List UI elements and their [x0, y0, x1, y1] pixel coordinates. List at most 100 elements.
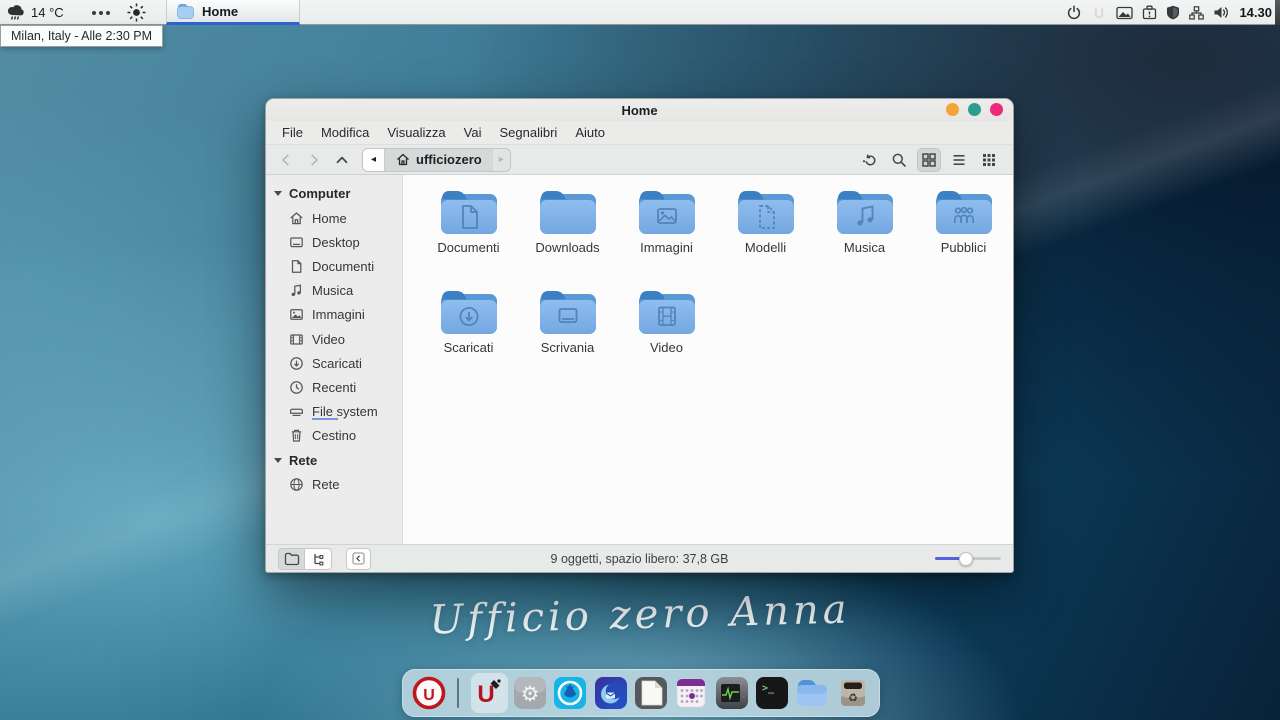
files-folder-icon[interactable]	[794, 673, 830, 713]
top-panel: 14 °C Home U	[0, 0, 1280, 25]
uzl-office-icon[interactable]: U	[471, 673, 507, 713]
breadcrumb-home-segment[interactable]: ufficiozero	[385, 149, 493, 171]
breadcrumb: ◂ ufficiozero ▸	[362, 148, 511, 172]
back-button[interactable]	[278, 152, 294, 168]
window-titlebar[interactable]: Home	[266, 99, 1013, 121]
up-button[interactable]	[334, 152, 350, 168]
text-document-icon[interactable]	[633, 673, 669, 713]
terminal-icon[interactable]: >_	[754, 673, 790, 713]
folder-name: Scrivania	[541, 340, 594, 355]
menu-help[interactable]: Aiuto	[566, 125, 614, 140]
folder-item-immagini[interactable]: Immagini	[617, 189, 716, 255]
calendar-icon[interactable]	[673, 673, 709, 713]
shield-icon[interactable]	[1166, 5, 1180, 20]
sidebar-item-filesystem[interactable]: File system	[266, 400, 402, 424]
home-icon	[289, 211, 304, 226]
clipboard-icon[interactable]	[1142, 5, 1157, 20]
ufficiozero-menu-icon[interactable]: U	[411, 673, 447, 713]
show-desktop-button[interactable]	[1275, 0, 1280, 25]
thunderbird-icon[interactable]	[592, 673, 628, 713]
folder-name: Modelli	[745, 240, 786, 255]
clock[interactable]: 14.30	[1239, 5, 1272, 20]
sidebar-item-trash[interactable]: Cestino	[266, 424, 402, 448]
forward-button[interactable]	[306, 152, 322, 168]
menu-file[interactable]: File	[273, 125, 312, 140]
folder-icon	[176, 3, 195, 19]
sidebar-item-recent[interactable]: Recenti	[266, 375, 402, 399]
taskbar-item-label: Home	[202, 4, 238, 19]
svg-text:U: U	[423, 687, 435, 704]
system-monitor-icon[interactable]	[714, 673, 750, 713]
panel-overflow-button[interactable]	[92, 0, 110, 25]
taskbar-item-home[interactable]: Home	[166, 0, 300, 25]
weather-widget[interactable]: 14 °C	[7, 0, 64, 25]
folder-item-video[interactable]: Video	[617, 289, 716, 355]
breadcrumb-back-button[interactable]: ◂	[363, 149, 385, 171]
sidebar-item-label: Scaricati	[312, 356, 362, 371]
folder-music-icon	[836, 189, 894, 235]
sidebar-section-network[interactable]: Rete	[266, 448, 402, 473]
screenshot-icon[interactable]	[1116, 6, 1133, 20]
sidebar-item-downloads[interactable]: Scaricati	[266, 351, 402, 375]
menu-go[interactable]: Vai	[455, 125, 491, 140]
trash-icon	[289, 428, 304, 443]
folder-name: Documenti	[437, 240, 499, 255]
sidebar-item-documents[interactable]: Documenti	[266, 254, 402, 278]
folder-item-downloads[interactable]: Downloads	[518, 189, 617, 255]
places-sidebar: Computer Home Desktop Documenti	[266, 175, 403, 544]
folder-name: Video	[650, 340, 683, 355]
folder-name: Scaricati	[444, 340, 494, 355]
network-icon[interactable]	[1189, 6, 1204, 20]
weather-tooltip: Milan, Italy - Alle 2:30 PM	[0, 25, 163, 47]
sidebar-item-desktop[interactable]: Desktop	[266, 230, 402, 254]
sidebar-item-label: Video	[312, 332, 345, 347]
zoom-slider[interactable]	[935, 552, 1001, 566]
folder-film-icon	[638, 289, 696, 335]
folder-item-musica[interactable]: Musica	[815, 189, 914, 255]
sidebar-item-label: Rete	[312, 477, 339, 492]
folder-name: Immagini	[640, 240, 693, 255]
sidebar-item-label: Recenti	[312, 380, 356, 395]
sidebar-item-label: File system	[312, 404, 378, 419]
librewolf-icon[interactable]	[552, 673, 588, 713]
toolbar: ◂ ufficiozero ▸	[266, 144, 1013, 175]
volume-icon[interactable]	[1213, 5, 1230, 20]
zoom-slider-handle[interactable]	[959, 552, 973, 566]
power-icon[interactable]	[1066, 5, 1082, 21]
menu-view[interactable]: Visualizza	[378, 125, 454, 140]
list-view-button[interactable]	[947, 148, 971, 172]
folder-item-pubblici[interactable]: Pubblici	[914, 189, 1013, 255]
sidebar-item-pictures[interactable]: Immagini	[266, 303, 402, 327]
collapse-triangle-icon	[274, 458, 282, 463]
folder-item-scrivania[interactable]: Scrivania	[518, 289, 617, 355]
compact-view-button[interactable]	[977, 148, 1001, 172]
close-button[interactable]	[990, 103, 1003, 116]
settings-gear-icon[interactable]: ⚙	[512, 673, 548, 713]
ufficiozero-tray-icon[interactable]: U	[1091, 5, 1107, 20]
sidebar-item-home[interactable]: Home	[266, 206, 402, 230]
sidebar-item-videos[interactable]: Video	[266, 327, 402, 351]
breadcrumb-forward[interactable]: ▸	[493, 149, 510, 171]
sidebar-item-label: Musica	[312, 283, 353, 298]
menu-edit[interactable]: Modifica	[312, 125, 378, 140]
folder-template-icon	[737, 189, 795, 235]
folder-item-modelli[interactable]: Modelli	[716, 189, 815, 255]
folder-grid: Documenti Downloads	[403, 175, 1013, 544]
folder-item-scaricati[interactable]: Scaricati	[419, 289, 518, 355]
icon-view-button[interactable]	[917, 148, 941, 172]
search-button[interactable]	[887, 148, 911, 172]
minimize-button[interactable]	[946, 103, 959, 116]
sidebar-item-network[interactable]: Rete	[266, 473, 402, 497]
sidebar-section-computer[interactable]: Computer	[266, 181, 402, 206]
menu-bookmarks[interactable]: Segnalibri	[491, 125, 567, 140]
weather-tooltip-text: Milan, Italy - Alle 2:30 PM	[11, 29, 152, 43]
trash-bin-icon[interactable]: ♻	[835, 673, 871, 713]
download-icon	[289, 356, 304, 371]
reload-button[interactable]	[857, 148, 881, 172]
folder-desktop-icon	[539, 289, 597, 335]
maximize-button[interactable]	[968, 103, 981, 116]
brightness-icon[interactable]	[126, 2, 147, 23]
sidebar-item-music[interactable]: Musica	[266, 279, 402, 303]
sidebar-item-label: Documenti	[312, 259, 374, 274]
folder-item-documenti[interactable]: Documenti	[419, 189, 518, 255]
